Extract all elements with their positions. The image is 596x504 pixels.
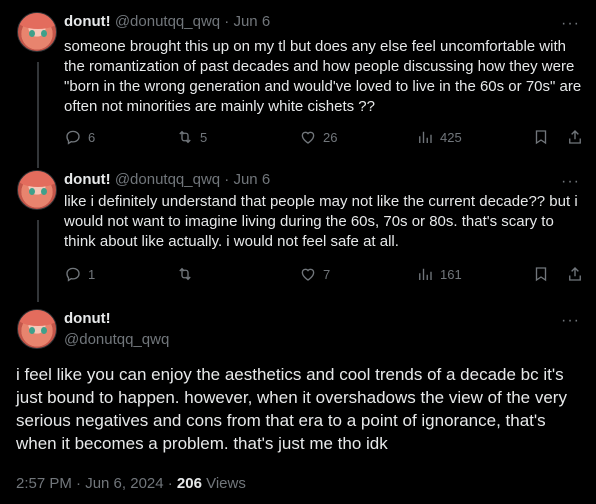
share-button[interactable] [566, 264, 584, 284]
bookmark-icon [535, 267, 547, 282]
tweet-actions: 1 7 161 [64, 264, 584, 284]
more-icon[interactable]: ··· [561, 174, 580, 190]
reply-button[interactable]: 1 [64, 264, 95, 284]
views-count: 425 [440, 129, 462, 145]
reply-count: 6 [88, 129, 96, 145]
tweet-header: donut! @donutqq_qwq · Jun 6 [64, 170, 270, 190]
tweet-text: someone brought this up on my tl but doe… [64, 38, 582, 115]
like-icon [301, 131, 315, 144]
more-icon[interactable]: ··· [561, 16, 580, 32]
display-name[interactable]: donut! [64, 309, 111, 329]
tweet-date[interactable]: Jun 6 [233, 13, 270, 30]
like-button[interactable]: 26 [299, 127, 337, 147]
tweet-header: donut! @donutqq_qwq · Jun 6 [64, 12, 270, 32]
views-count: 206 [176, 475, 202, 492]
handle[interactable]: @donutqq_qwq [64, 330, 169, 350]
views-count: 161 [440, 266, 462, 282]
avatar[interactable] [17, 170, 57, 210]
tweet-actions: 6 5 26 425 [64, 127, 584, 147]
views-icon [419, 131, 432, 143]
views-label: Views [201, 475, 246, 492]
repost-button[interactable] [176, 264, 200, 284]
timestamp[interactable]: 2:57 PM · Jun 6, 2024 · [16, 475, 177, 492]
views-button[interactable]: 425 [416, 127, 462, 147]
repost-icon [179, 130, 191, 144]
main-tweet-text: i feel like you can enjoy the aesthetics… [16, 365, 567, 453]
repost-button[interactable]: 5 [176, 127, 207, 147]
avatar[interactable] [17, 12, 57, 52]
reply-icon [66, 130, 80, 145]
more-icon[interactable]: ··· [561, 313, 580, 329]
bookmark-button[interactable] [532, 264, 550, 284]
like-count: 7 [323, 266, 331, 282]
reply-icon [66, 267, 80, 282]
views-icon [419, 268, 432, 280]
repost-count: 5 [200, 129, 208, 145]
tweet-timestamp: 2:57 PM · Jun 6, 2024 · 206 Views [16, 474, 246, 494]
bookmark-button[interactable] [532, 127, 550, 147]
reply-count: 1 [88, 266, 96, 282]
like-button[interactable]: 7 [299, 264, 330, 284]
avatar[interactable] [17, 309, 57, 349]
share-icon [569, 130, 581, 144]
thread-line [37, 220, 39, 302]
handle[interactable]: @donutqq_qwq [115, 13, 220, 30]
views-button[interactable]: 161 [416, 264, 462, 284]
share-icon [569, 267, 581, 281]
share-button[interactable] [566, 127, 584, 147]
thread-line [37, 62, 39, 168]
display-name[interactable]: donut! [64, 171, 111, 188]
separator: · [224, 171, 230, 188]
like-count: 26 [323, 129, 338, 145]
reply-button[interactable]: 6 [64, 127, 95, 147]
separator: · [224, 13, 230, 30]
repost-icon [179, 267, 191, 281]
bookmark-icon [535, 130, 547, 145]
like-icon [301, 268, 315, 281]
handle[interactable]: @donutqq_qwq [115, 171, 220, 188]
tweet-text: like i definitely understand that people… [64, 193, 578, 250]
tweet-date[interactable]: Jun 6 [233, 171, 270, 188]
display-name[interactable]: donut! [64, 13, 111, 30]
